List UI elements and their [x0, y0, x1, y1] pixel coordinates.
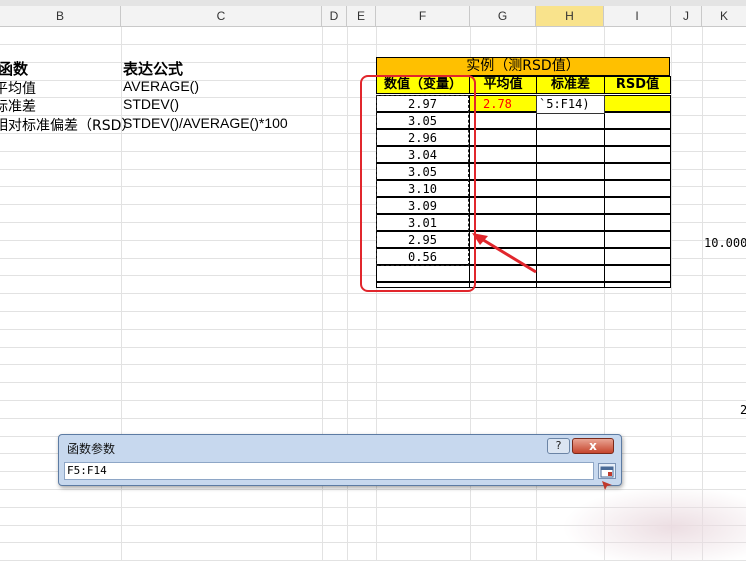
k-cell-value-2[interactable]: 2 — [740, 403, 746, 417]
table-cell[interactable] — [536, 197, 605, 214]
func-name-stdev: 标准差 — [0, 99, 36, 115]
table-cell[interactable] — [536, 163, 605, 180]
grid-column-line — [702, 27, 703, 561]
expand-icon — [600, 466, 614, 478]
grid-row-line — [0, 347, 746, 348]
close-button[interactable]: x — [572, 438, 614, 454]
table-cell[interactable] — [536, 248, 605, 265]
table-cell[interactable] — [469, 112, 537, 129]
col-header-g[interactable]: G — [470, 6, 536, 26]
arrow-head — [472, 233, 488, 245]
annotation-box — [360, 75, 476, 292]
annotation-arrow — [472, 233, 537, 274]
table-cell[interactable] — [604, 197, 671, 214]
table-cell[interactable] — [604, 180, 671, 197]
table-cell[interactable] — [469, 146, 537, 163]
stdev-formula-text: `5:F14) — [539, 97, 590, 111]
col-header-d[interactable]: D — [322, 6, 347, 26]
table-cell[interactable] — [604, 282, 671, 288]
grid-row-line — [0, 293, 746, 294]
table-cell[interactable] — [604, 265, 671, 282]
col-header-b[interactable]: B — [0, 6, 121, 26]
formula-rsd: STDEV()/AVERAGE()*100 — [123, 115, 288, 131]
blur-watermark — [562, 486, 746, 561]
table-cell[interactable] — [604, 231, 671, 248]
table-cell[interactable] — [536, 214, 605, 231]
grid-row-line — [0, 44, 746, 45]
col-header-j[interactable]: J — [671, 6, 702, 26]
table-cell[interactable] — [536, 231, 605, 248]
grid-row-line — [0, 364, 746, 365]
grid-row-line — [0, 382, 746, 383]
table-cell[interactable] — [536, 265, 605, 282]
table-cell[interactable] — [469, 282, 537, 288]
col-header-i[interactable]: I — [604, 6, 671, 26]
formula-stdev: STDEV() — [123, 96, 179, 112]
table-cell[interactable] — [469, 129, 537, 146]
table-cell[interactable] — [604, 95, 671, 112]
func-header: 函数 — [0, 60, 29, 78]
arrow-shaft — [479, 236, 537, 274]
grid-column-line — [671, 27, 672, 561]
table-cell[interactable] — [469, 180, 537, 197]
col-header-h[interactable]: H — [536, 6, 604, 26]
formula-header: 表达公式 — [123, 60, 184, 78]
table-cell[interactable] — [604, 163, 671, 180]
stdev-edit-cell[interactable]: `5:F14) — [536, 95, 605, 114]
average-result[interactable]: 2.78 — [483, 97, 512, 111]
header-stdev: 标准差 — [536, 76, 605, 94]
header-average: 平均值 — [469, 76, 537, 94]
table-cell[interactable] — [604, 214, 671, 231]
header-rsd: RSD值 — [604, 76, 671, 94]
formula-average: AVERAGE() — [123, 78, 199, 94]
table-cell[interactable] — [469, 163, 537, 180]
table-cell[interactable] — [469, 197, 537, 214]
grid-row-line — [0, 311, 746, 312]
col-header-c[interactable]: C — [121, 6, 322, 26]
help-button[interactable]: ? — [547, 438, 570, 454]
table-cell[interactable] — [536, 129, 605, 146]
func-name-average: 平均值 — [0, 81, 36, 97]
table-cell[interactable] — [604, 129, 671, 146]
col-header-e[interactable]: E — [347, 6, 376, 26]
grid-row-line — [0, 418, 746, 419]
table-cell[interactable] — [536, 282, 605, 288]
col-header-f[interactable]: F — [376, 6, 470, 26]
table-cell[interactable] — [536, 146, 605, 163]
table-cell[interactable] — [536, 112, 605, 129]
grid-row-line — [0, 329, 746, 330]
example-title: 实例（测RSD值） — [376, 57, 670, 76]
range-input[interactable]: F5:F14 — [64, 462, 594, 480]
k-cell-value[interactable]: 10.000 — [704, 236, 746, 250]
grid-row-line — [0, 400, 746, 401]
func-name-rsd: 相对标准偏差（RSD） — [0, 118, 136, 134]
dialog-title: 函数参数 — [67, 442, 116, 456]
table-cell[interactable] — [604, 112, 671, 129]
table-cell[interactable] — [604, 248, 671, 265]
table-cell[interactable] — [604, 146, 671, 163]
table-cell[interactable] — [536, 180, 605, 197]
col-header-k[interactable]: K — [702, 6, 746, 26]
expand-dialog-button[interactable] — [598, 463, 616, 479]
